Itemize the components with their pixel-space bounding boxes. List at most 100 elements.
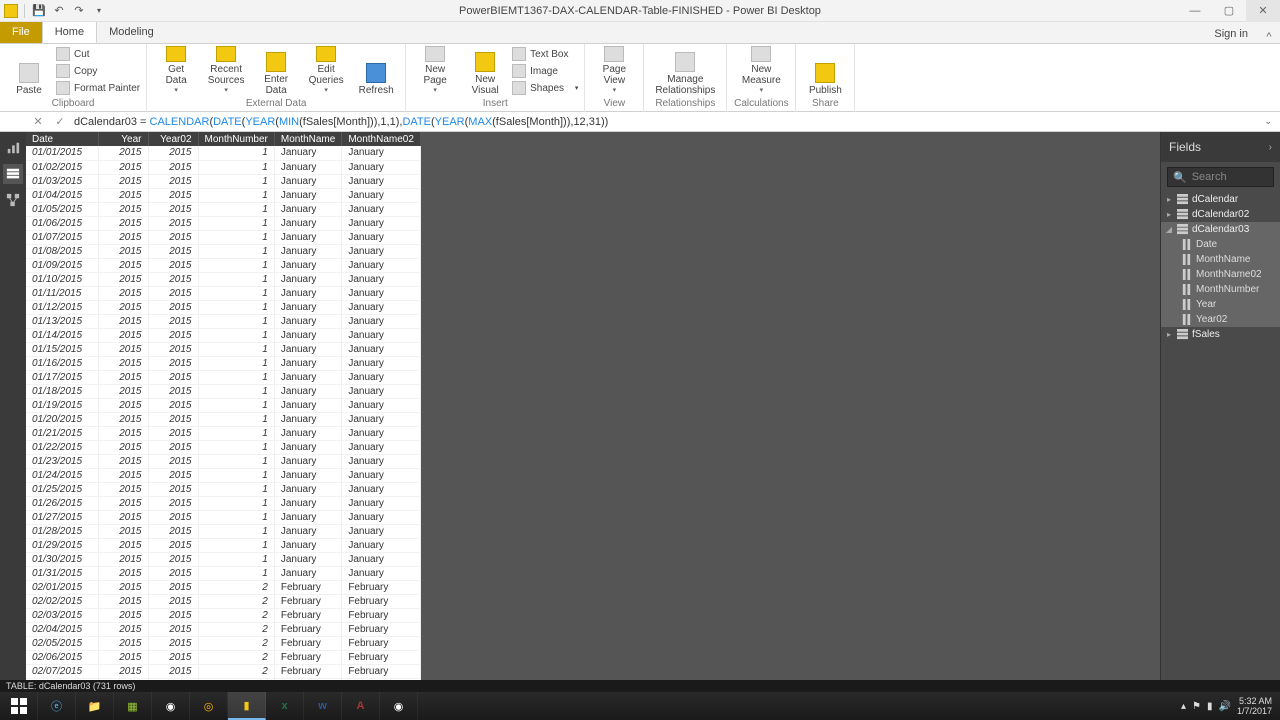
- fields-column-item[interactable]: Date: [1161, 237, 1280, 252]
- fields-column-item[interactable]: MonthName: [1161, 252, 1280, 267]
- taskbar-word-icon[interactable]: w: [304, 692, 342, 720]
- new-page-button[interactable]: New Page▾: [412, 46, 458, 96]
- table-row[interactable]: 02/07/2015201520152FebruaryFebruary: [26, 664, 420, 678]
- edit-queries-button[interactable]: Edit Queries▾: [303, 46, 349, 96]
- fields-table-item[interactable]: ▸dCalendar02: [1161, 207, 1280, 222]
- data-table[interactable]: DateYearYear02MonthNumberMonthNameMonthN…: [26, 132, 421, 680]
- table-row[interactable]: 01/17/2015201520151JanuaryJanuary: [26, 370, 420, 384]
- publish-button[interactable]: Publish: [802, 46, 848, 96]
- taskbar-powerbi-icon[interactable]: ▮: [228, 692, 266, 720]
- table-row[interactable]: 01/15/2015201520151JanuaryJanuary: [26, 342, 420, 356]
- tray-up-icon[interactable]: ▴: [1181, 701, 1186, 712]
- model-view-button[interactable]: [3, 190, 23, 210]
- taskbar-explorer-icon[interactable]: 📁: [76, 692, 114, 720]
- taskbar-access-icon[interactable]: A: [342, 692, 380, 720]
- tray-volume-icon[interactable]: 🔊: [1219, 701, 1231, 712]
- image-button[interactable]: Image: [512, 63, 578, 79]
- save-icon[interactable]: 💾: [31, 3, 47, 19]
- table-row[interactable]: 01/25/2015201520151JanuaryJanuary: [26, 482, 420, 496]
- formula-expand-icon[interactable]: ⌄: [1260, 116, 1276, 127]
- table-row[interactable]: 01/14/2015201520151JanuaryJanuary: [26, 328, 420, 342]
- enter-data-button[interactable]: Enter Data: [253, 46, 299, 96]
- table-row[interactable]: 01/24/2015201520151JanuaryJanuary: [26, 468, 420, 482]
- table-row[interactable]: 01/02/2015201520151JanuaryJanuary: [26, 160, 420, 174]
- table-row[interactable]: 01/10/2015201520151JanuaryJanuary: [26, 272, 420, 286]
- taskbar-clock[interactable]: 5:32 AM 1/7/2017: [1237, 696, 1272, 716]
- table-row[interactable]: 01/09/2015201520151JanuaryJanuary: [26, 258, 420, 272]
- tab-modeling[interactable]: Modeling: [97, 21, 166, 43]
- qat-dropdown-icon[interactable]: ▾: [91, 3, 107, 19]
- table-row[interactable]: 01/06/2015201520151JanuaryJanuary: [26, 216, 420, 230]
- fields-column-item[interactable]: MonthName02: [1161, 267, 1280, 282]
- formula-cancel-icon[interactable]: ✕: [30, 114, 46, 130]
- table-row[interactable]: 02/04/2015201520152FebruaryFebruary: [26, 622, 420, 636]
- fields-column-item[interactable]: Year: [1161, 297, 1280, 312]
- manage-relationships-button[interactable]: Manage Relationships: [650, 46, 720, 96]
- tray-network-icon[interactable]: ▮: [1207, 701, 1213, 712]
- recent-sources-button[interactable]: Recent Sources▾: [203, 46, 249, 96]
- tab-file[interactable]: File: [0, 21, 42, 43]
- undo-icon[interactable]: ↶: [51, 3, 67, 19]
- text-box-button[interactable]: Text Box: [512, 46, 578, 62]
- formula-commit-icon[interactable]: ✓: [52, 114, 68, 130]
- new-measure-button[interactable]: New Measure▾: [733, 46, 789, 96]
- table-row[interactable]: 01/22/2015201520151JanuaryJanuary: [26, 440, 420, 454]
- column-header[interactable]: MonthNumber: [198, 132, 274, 146]
- table-row[interactable]: 02/03/2015201520152FebruaryFebruary: [26, 608, 420, 622]
- report-view-button[interactable]: [3, 138, 23, 158]
- shapes-button[interactable]: Shapes ▾: [512, 80, 578, 96]
- table-row[interactable]: 01/31/2015201520151JanuaryJanuary: [26, 566, 420, 580]
- fields-collapse-icon[interactable]: ›: [1269, 142, 1272, 153]
- table-row[interactable]: 01/13/2015201520151JanuaryJanuary: [26, 314, 420, 328]
- table-row[interactable]: 01/30/2015201520151JanuaryJanuary: [26, 552, 420, 566]
- taskbar-chrome2-icon[interactable]: ◉: [380, 692, 418, 720]
- redo-icon[interactable]: ↷: [71, 3, 87, 19]
- table-row[interactable]: 01/20/2015201520151JanuaryJanuary: [26, 412, 420, 426]
- table-row[interactable]: 02/05/2015201520152FebruaryFebruary: [26, 636, 420, 650]
- table-row[interactable]: 01/03/2015201520151JanuaryJanuary: [26, 174, 420, 188]
- page-view-button[interactable]: Page View▾: [591, 46, 637, 96]
- maximize-button[interactable]: ▢: [1212, 0, 1246, 22]
- table-row[interactable]: 01/23/2015201520151JanuaryJanuary: [26, 454, 420, 468]
- table-row[interactable]: 01/21/2015201520151JanuaryJanuary: [26, 426, 420, 440]
- table-row[interactable]: 01/18/2015201520151JanuaryJanuary: [26, 384, 420, 398]
- cut-button[interactable]: Cut: [56, 46, 140, 62]
- table-row[interactable]: 02/06/2015201520152FebruaryFebruary: [26, 650, 420, 664]
- fields-column-item[interactable]: MonthNumber: [1161, 282, 1280, 297]
- fields-table-item[interactable]: ◢dCalendar03: [1161, 222, 1280, 237]
- column-header[interactable]: Year02: [148, 132, 198, 146]
- taskbar-chrome-icon[interactable]: ◉: [152, 692, 190, 720]
- refresh-button[interactable]: Refresh: [353, 46, 399, 96]
- tab-home[interactable]: Home: [42, 21, 97, 43]
- table-row[interactable]: 01/29/2015201520151JanuaryJanuary: [26, 538, 420, 552]
- data-view-button[interactable]: [3, 164, 23, 184]
- table-row[interactable]: 02/02/2015201520152FebruaryFebruary: [26, 594, 420, 608]
- table-row[interactable]: 01/27/2015201520151JanuaryJanuary: [26, 510, 420, 524]
- column-header[interactable]: Date: [26, 132, 98, 146]
- paste-button[interactable]: Paste: [6, 46, 52, 96]
- column-header[interactable]: Year: [98, 132, 148, 146]
- taskbar-notes-icon[interactable]: ▦: [114, 692, 152, 720]
- formula-input[interactable]: dCalendar03 = CALENDAR(DATE(YEAR(MIN(fSa…: [74, 115, 1254, 128]
- start-button[interactable]: [0, 692, 38, 720]
- minimize-button[interactable]: —: [1178, 0, 1212, 22]
- format-painter-button[interactable]: Format Painter: [56, 80, 140, 96]
- get-data-button[interactable]: Get Data▾: [153, 46, 199, 96]
- fields-search-input[interactable]: 🔍 Search: [1167, 167, 1274, 187]
- collapse-ribbon-icon[interactable]: ^: [1258, 31, 1280, 43]
- taskbar-excel-icon[interactable]: x: [266, 692, 304, 720]
- fields-table-item[interactable]: ▸dCalendar: [1161, 192, 1280, 207]
- table-row[interactable]: 01/26/2015201520151JanuaryJanuary: [26, 496, 420, 510]
- fields-column-item[interactable]: Year02: [1161, 312, 1280, 327]
- table-row[interactable]: 01/19/2015201520151JanuaryJanuary: [26, 398, 420, 412]
- table-row[interactable]: 01/01/2015201520151JanuaryJanuary: [26, 146, 420, 160]
- copy-button[interactable]: Copy: [56, 63, 140, 79]
- close-button[interactable]: ✕: [1246, 0, 1280, 22]
- taskbar-ie-icon[interactable]: ⓔ: [38, 692, 76, 720]
- table-row[interactable]: 01/08/2015201520151JanuaryJanuary: [26, 244, 420, 258]
- table-row[interactable]: 01/05/2015201520151JanuaryJanuary: [26, 202, 420, 216]
- table-row[interactable]: 01/07/2015201520151JanuaryJanuary: [26, 230, 420, 244]
- column-header[interactable]: MonthName: [274, 132, 341, 146]
- sign-in-link[interactable]: Sign in: [1204, 25, 1258, 43]
- table-row[interactable]: 02/01/2015201520152FebruaryFebruary: [26, 580, 420, 594]
